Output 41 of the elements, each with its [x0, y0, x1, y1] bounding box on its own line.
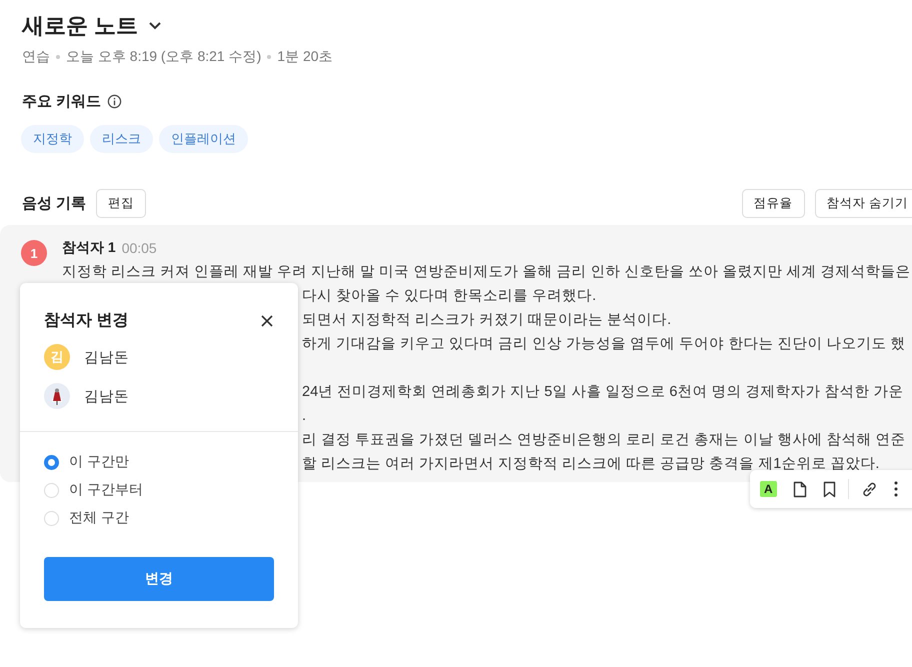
close-icon[interactable]	[260, 314, 274, 328]
dialog-title: 참석자 변경	[44, 311, 128, 331]
transcript-heading: 음성 기록	[22, 194, 86, 212]
keyword-tag[interactable]: 지정학	[21, 125, 84, 153]
speaker-badge: 1	[21, 240, 47, 266]
radio-label[interactable]: 이 구간부터	[69, 481, 143, 499]
action-button[interactable]: 참석자 숨기기	[814, 188, 912, 218]
bookmark-icon[interactable]	[822, 480, 836, 498]
transcript-line: 지정학 리스크 커져 인플레 재발 우려 지난해 말 미국 연방준비제도가 올해 금리 인하 신호탄을 쏘아 올렸지만 세계 경제석학들은	[62, 263, 910, 282]
keyword-tag[interactable]: 인플레이션	[159, 125, 248, 153]
keywords-heading: 주요 키워드	[22, 92, 102, 111]
transcript-line: .	[302, 407, 306, 426]
participant-name[interactable]: 김남돈	[84, 348, 129, 366]
edit-button[interactable]: 편집	[96, 188, 146, 218]
separator-dot	[56, 55, 60, 59]
transcript-line: 되면서 지정학적 리스크가 커졌기 때문이라는 분석이다.	[302, 311, 672, 330]
meta-text: 연습	[22, 48, 50, 66]
speaker-name[interactable]: 참석자 1	[62, 239, 116, 257]
transcript-line: 하게 기대감을 키우고 있다며 금리 인상 가능성을 염두에 두어야 한다는 진단이 나오기도 했	[302, 335, 906, 354]
transcript-line: 리 결정 투표권을 가졌던 델러스 연방준비은행의 로리 로건 총재는 이날 행사에 참석해 연준	[302, 431, 906, 450]
info-icon[interactable]	[107, 94, 122, 109]
separator-dot	[267, 55, 272, 59]
meta-text: 오늘 오후 8:19 (오후 8:21 수정)	[66, 48, 262, 66]
radio-label[interactable]: 전체 구간	[69, 509, 129, 527]
keyword-tag[interactable]: 리스크	[90, 125, 153, 153]
chevron-down-icon[interactable]	[148, 21, 162, 31]
link-icon[interactable]	[860, 480, 878, 498]
meta-text: 1분 20초	[277, 48, 333, 66]
transcript-line: 24년 전미경제학회 연례총회가 지난 5일 사흘 일정으로 6천여 명의 경제학자가 참석한 가운	[302, 383, 904, 402]
action-button[interactable]: 점유율	[742, 188, 805, 218]
document-icon[interactable]	[792, 480, 807, 498]
transcript-line: 다시 찾아올 수 있다며 한목소리를 우려했다.	[302, 287, 596, 306]
note-title: 새로운 노트	[22, 12, 138, 40]
more-icon[interactable]	[894, 481, 898, 497]
participant-name[interactable]: 김남돈	[84, 386, 129, 406]
radio-label[interactable]: 이 구간만	[69, 453, 129, 471]
avatar: 김	[44, 344, 70, 370]
confirm-button[interactable]: 변경	[44, 557, 274, 601]
highlight-button[interactable]: A	[760, 481, 777, 497]
radio-button[interactable]	[44, 454, 59, 470]
transcript-line: 할 리스크는 여러 가지라면서 지정학적 리스크에 따른 공급망 충격을 제1순위로 꼽았다.	[302, 455, 880, 474]
